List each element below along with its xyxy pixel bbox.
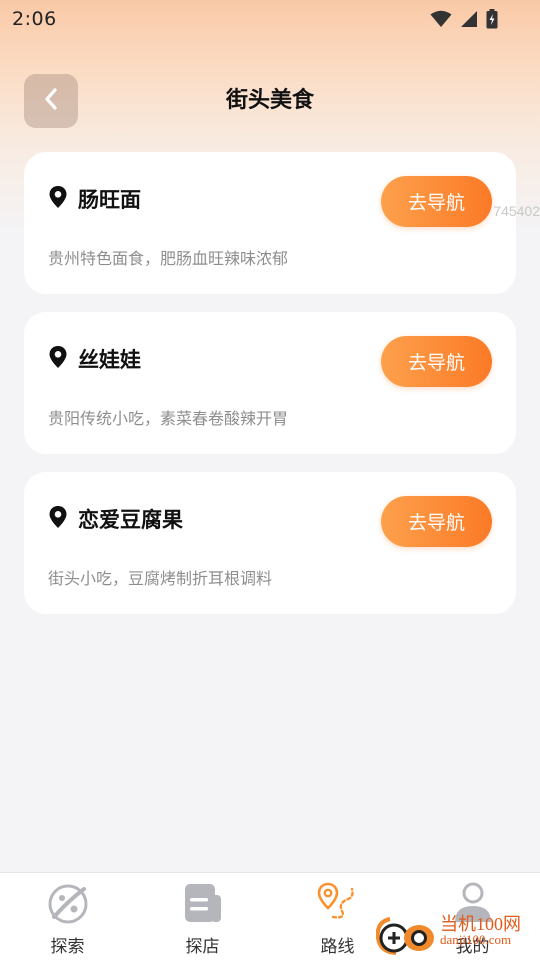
document-icon [181,881,225,929]
tab-label: 探店 [185,937,220,957]
food-card: 丝娃娃 贵阳传统小吃，素菜春卷酸辣开胃 去导航 [24,312,516,454]
tab-explore[interactable]: 探索 [0,873,135,960]
card-title: 肠旺面 [78,188,141,212]
card-title: 恋爱豆腐果 [78,508,183,532]
battery-icon [486,9,498,29]
overlay-id-text: 745402 [493,203,540,219]
tab-label: 路线 [320,937,355,957]
card-title-row: 肠旺面 [48,184,141,214]
tab-label: 探索 [50,937,85,957]
food-card: 恋爱豆腐果 街头小吃，豆腐烤制折耳根调料 去导航 [24,472,516,614]
wifi-icon [430,10,452,28]
navigate-button[interactable]: 去导航 [381,336,492,387]
food-card: 肠旺面 贵州特色面食，肥肠血旺辣味浓郁 去导航 [24,152,516,294]
card-description: 街头小吃，豆腐烤制折耳根调料 [48,569,273,588]
watermark-site-url: danji100.com [440,932,512,947]
navigate-button[interactable]: 去导航 [381,496,492,547]
navigate-button[interactable]: 去导航 [381,176,492,227]
header: 街头美食 [0,74,540,128]
status-time: 2:06 [12,8,57,30]
card-description: 贵州特色面食，肥肠血旺辣味浓郁 [48,249,289,268]
card-title-row: 恋爱豆腐果 [48,504,183,534]
route-icon [316,881,360,929]
app-screen: 2:06 街头美食 肠旺面 贵州特色面食，肥肠血旺辣味浓郁 去导航 丝娃娃 贵阳… [0,0,540,960]
location-pin-icon [48,345,68,373]
site-watermark: 当机100网 danji100.com [375,908,536,958]
page-title: 街头美食 [225,88,314,113]
card-title-row: 丝娃娃 [48,344,141,374]
chevron-left-icon [41,87,61,115]
status-bar: 2:06 [0,0,540,38]
planet-icon [46,881,90,929]
tab-shops[interactable]: 探店 [135,873,270,960]
cell-signal-icon [460,10,478,28]
food-list: 肠旺面 贵州特色面食，肥肠血旺辣味浓郁 去导航 丝娃娃 贵阳传统小吃，素菜春卷酸… [24,152,516,632]
location-pin-icon [48,185,68,213]
location-pin-icon [48,505,68,533]
status-icons [430,9,528,29]
back-button[interactable] [24,74,78,128]
watermark-logo-icon [375,916,438,956]
card-description: 贵阳传统小吃，素菜春卷酸辣开胃 [48,409,289,428]
card-title: 丝娃娃 [78,348,141,372]
